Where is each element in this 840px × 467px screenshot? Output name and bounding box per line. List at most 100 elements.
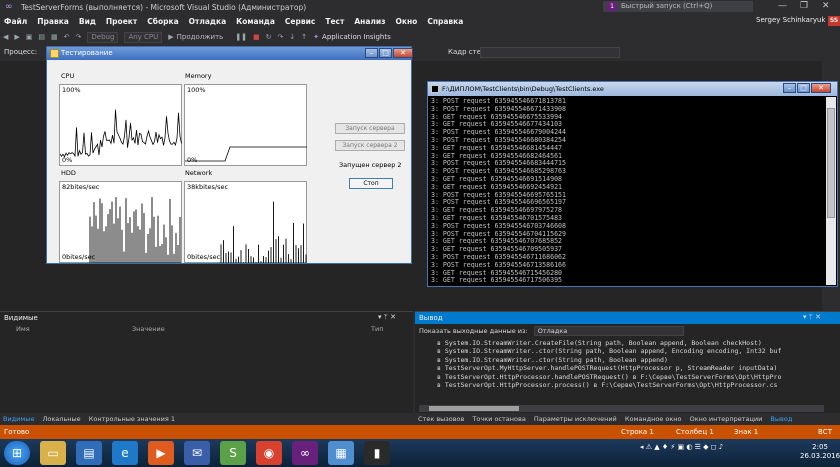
- menu-analyze[interactable]: Анализ: [354, 17, 385, 26]
- user-name[interactable]: Sergey Schinkaryuk: [756, 16, 825, 24]
- explorer-icon[interactable]: ▭: [40, 441, 66, 465]
- form-close-icon[interactable]: ✕: [393, 48, 413, 58]
- menu-project[interactable]: Проект: [106, 17, 137, 26]
- clock-date: 26.03.2016: [800, 452, 840, 460]
- console-scroll-thumb[interactable]: [827, 108, 835, 218]
- tab-exceptions[interactable]: Параметры исключений: [531, 413, 620, 425]
- menu-test[interactable]: Тест: [325, 17, 344, 26]
- window-title: TestServerForms (выполняется) - Microsof…: [21, 2, 307, 12]
- start-server-button[interactable]: Запуск сервера: [335, 123, 405, 134]
- output-hscrollbar[interactable]: [419, 405, 824, 412]
- visual-studio-taskbar-icon[interactable]: ∞: [292, 441, 318, 465]
- form-app-icon: [50, 49, 59, 58]
- title-bar: ∞ TestServerForms (выполняется) - Micros…: [0, 0, 840, 14]
- step-into-icon[interactable]: ↓: [289, 33, 295, 41]
- menu-build[interactable]: Сборка: [147, 17, 178, 26]
- app-insights-button[interactable]: Application Insights: [322, 33, 391, 41]
- redo-icon[interactable]: ↷: [76, 33, 82, 41]
- console-maximize-icon[interactable]: □: [797, 83, 810, 93]
- media-icon[interactable]: ▶: [148, 441, 174, 465]
- pause-icon[interactable]: ❚❚: [235, 33, 247, 41]
- console-line: 3: GET request 635945546717506395: [431, 276, 563, 285]
- vs-logo-icon: ∞: [5, 2, 13, 12]
- quick-launch[interactable]: 1 Быстрый запуск (Ctrl+Q): [603, 1, 753, 12]
- form-maximize-icon[interactable]: □: [379, 48, 392, 58]
- cpu-label: CPU: [61, 72, 75, 80]
- app-insights-icon[interactable]: ✦: [313, 33, 319, 41]
- memory-max-label: 100%: [187, 86, 206, 94]
- tab-output[interactable]: Вывод: [767, 413, 795, 425]
- continue-icon[interactable]: ▶: [168, 33, 173, 41]
- undo-icon[interactable]: ↶: [64, 33, 70, 41]
- menu-tools[interactable]: Сервис: [285, 17, 315, 26]
- start-server2-button[interactable]: Запуск сервера 2: [335, 140, 405, 151]
- output-line: в TestServerOpt.HttpProcessor.handlePOST…: [437, 372, 782, 381]
- console-close-icon[interactable]: ✕: [811, 83, 831, 93]
- close-icon[interactable]: ✕: [822, 1, 830, 11]
- console-minimize-icon[interactable]: –: [783, 83, 796, 93]
- network-graph: 38kbites/sec 0bites/sec: [184, 181, 307, 263]
- tab-watch[interactable]: Контрольные значения 1: [86, 413, 178, 425]
- network-series-bars: [220, 201, 307, 263]
- tab-call-stack[interactable]: Стек вызовов: [415, 413, 467, 425]
- locals-col-name[interactable]: Имя: [16, 325, 30, 333]
- restart-icon[interactable]: ↻: [266, 33, 272, 41]
- back-icon[interactable]: ◀: [3, 33, 8, 41]
- winforms-app-icon[interactable]: ▦: [328, 441, 354, 465]
- menu-edit[interactable]: Правка: [37, 17, 69, 26]
- console-app-taskbar-icon[interactable]: ▮: [364, 441, 390, 465]
- status-line: Строка 1: [621, 428, 654, 436]
- output-panel-controls[interactable]: ▾ ᛘ ✕: [803, 313, 821, 321]
- output-source-select[interactable]: Отладка: [533, 326, 684, 336]
- platform-select[interactable]: Any CPU: [124, 31, 163, 43]
- minimize-icon[interactable]: —: [778, 1, 787, 11]
- user-avatar[interactable]: SS: [828, 16, 840, 26]
- save-app-icon[interactable]: ▤: [76, 441, 102, 465]
- mail-icon[interactable]: ✉: [184, 441, 210, 465]
- menu-file[interactable]: Файл: [4, 17, 27, 26]
- output-scroll-thumb[interactable]: [429, 406, 519, 411]
- locals-col-value[interactable]: Значение: [132, 325, 165, 333]
- right-panel-tabs: Стек вызовов Точки останова Параметры ис…: [415, 413, 840, 425]
- menu-window[interactable]: Окно: [396, 17, 418, 26]
- tab-immediate[interactable]: Окно интерпретации: [687, 413, 766, 425]
- form-minimize-icon[interactable]: –: [365, 48, 378, 58]
- stop-button[interactable]: Стоп: [349, 178, 393, 189]
- menu-debug[interactable]: Отладка: [189, 17, 227, 26]
- output-text: в System.IO.StreamWriter.CreateFile(Stri…: [437, 339, 835, 401]
- testing-form-titlebar[interactable]: Тестирование: [47, 47, 411, 60]
- console-titlebar[interactable]: F:\ДИПЛОМ\TestClients\bin\Debug\TestClie…: [428, 82, 837, 96]
- ie-icon[interactable]: e: [112, 441, 138, 465]
- step-over-icon[interactable]: ↷: [278, 33, 284, 41]
- locals-col-type[interactable]: Тип: [371, 325, 383, 333]
- stack-frame-select[interactable]: [480, 47, 620, 58]
- menu-view[interactable]: Вид: [79, 17, 96, 26]
- step-out-icon[interactable]: ↑: [301, 33, 307, 41]
- console-window: F:\ДИПЛОМ\TestClients\bin\Debug\TestClie…: [427, 81, 838, 287]
- tab-breakpoints[interactable]: Точки останова: [469, 413, 528, 425]
- output-panel: Вывод ▾ ᛘ ✕ Показать выходные данные из:…: [415, 311, 840, 424]
- tab-command-window[interactable]: Командное окно: [622, 413, 685, 425]
- tab-locals[interactable]: Локальные: [40, 413, 84, 425]
- notification-flag-icon[interactable]: 1: [607, 2, 617, 11]
- hdd-min-label: 0bites/sec: [62, 253, 96, 261]
- taskbar-clock[interactable]: 2:05 26.03.2016: [800, 443, 840, 461]
- locals-panel-controls[interactable]: ▾ ᛘ ✕: [378, 313, 396, 321]
- new-project-icon[interactable]: ▣: [26, 33, 33, 41]
- tray-icons[interactable]: ◂ ⚠ ▲ ♦ ⚡ ▣ ◐ ☰ ◆ ◻ ♪: [640, 443, 723, 451]
- forward-icon[interactable]: ▶: [14, 33, 19, 41]
- skype-icon[interactable]: S: [220, 441, 246, 465]
- open-icon[interactable]: ▤: [38, 33, 45, 41]
- chrome-icon[interactable]: ◉: [256, 441, 282, 465]
- save-icon[interactable]: ▦: [51, 33, 58, 41]
- tab-autos[interactable]: Видимые: [0, 413, 37, 425]
- status-char: Знак 1: [734, 428, 759, 436]
- clock-time: 2:05: [812, 443, 828, 451]
- menu-help[interactable]: Справка: [427, 17, 463, 26]
- continue-button[interactable]: Продолжить: [177, 33, 224, 41]
- start-button-icon[interactable]: ⊞: [4, 441, 30, 465]
- stop-icon[interactable]: ■: [253, 33, 260, 41]
- config-select[interactable]: Debug: [87, 31, 119, 43]
- maximize-icon[interactable]: ❐: [800, 1, 808, 11]
- menu-team[interactable]: Команда: [236, 17, 275, 26]
